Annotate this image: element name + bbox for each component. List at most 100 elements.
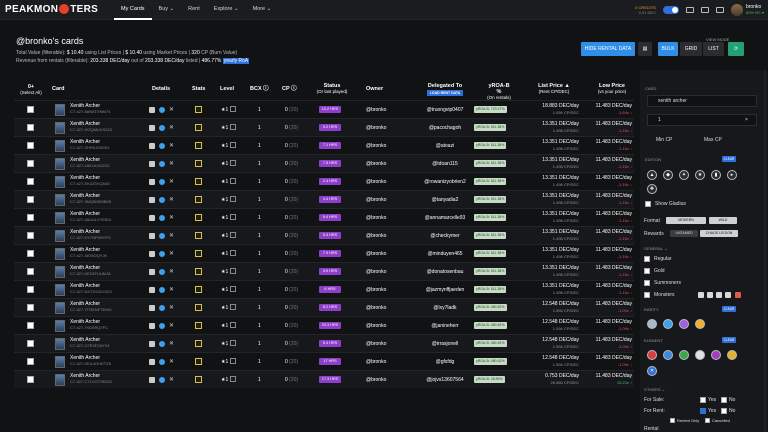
death-element-icon[interactable] <box>711 350 721 360</box>
col-cp[interactable]: CP ⓘ <box>282 86 297 92</box>
card-detail-icon[interactable] <box>149 107 155 113</box>
legendary-rarity-icon[interactable] <box>695 319 705 329</box>
card-detail-icon[interactable] <box>149 305 155 311</box>
row-select-checkbox[interactable] <box>27 376 34 383</box>
col-status[interactable]: Status (Or last played) <box>312 83 352 95</box>
card-thumbnail[interactable] <box>55 284 65 296</box>
quantity-input[interactable]: 1 <box>647 114 757 126</box>
card-thumbnail[interactable] <box>55 338 65 350</box>
stats-icon[interactable] <box>195 340 202 347</box>
close-x-icon[interactable]: ✕ <box>169 233 174 239</box>
col-bcx[interactable]: BCX ⓘ <box>250 86 269 92</box>
close-x-icon[interactable]: ✕ <box>169 143 174 149</box>
card-detail-icon[interactable] <box>149 233 155 239</box>
list-price-cell[interactable]: 13.351 DEC/day 1.498 CP/DEC <box>519 193 579 205</box>
stats-icon[interactable] <box>195 232 202 239</box>
list-view-button[interactable]: LIST <box>703 42 724 56</box>
owner-link[interactable]: @bronko <box>366 197 386 203</box>
close-x-icon[interactable]: ✕ <box>169 305 174 311</box>
card-thumbnail[interactable] <box>55 194 65 206</box>
owner-link[interactable]: @bronko <box>366 107 386 113</box>
list-price-cell[interactable]: 12.548 DEC/day 1.594 CP/DEC <box>519 301 579 313</box>
owner-link[interactable]: @bronko <box>366 359 386 365</box>
card-name-cell[interactable]: Xenith Archer C7-427-L8KLAXGZ0C <box>70 158 110 169</box>
list-price-cell[interactable]: 0.753 DEC/day 26.560 CP/DEC <box>519 373 579 385</box>
owner-link[interactable]: @bronko <box>366 143 386 149</box>
col-delegated[interactable]: Delegated To LOAD RENT DATA <box>406 83 484 96</box>
card-detail-icon[interactable] <box>149 179 155 185</box>
card-detail-icon[interactable] <box>149 143 155 149</box>
close-x-icon[interactable]: ✕ <box>169 107 174 113</box>
card-detail-icon[interactable] <box>149 323 155 329</box>
card-name-cell[interactable]: Xenith Archer C7-427-0DIL4OHKTZK <box>70 356 111 367</box>
card-thumbnail[interactable] <box>55 122 65 134</box>
card-name-cell[interactable]: Xenith Archer C7-427-EK3Z5VQ84G <box>70 176 110 187</box>
card-name-cell[interactable]: Xenith Archer C7-427-KY7NPN9YPS <box>70 230 111 241</box>
col-card[interactable]: Card <box>52 86 65 92</box>
earth-element-icon[interactable] <box>679 350 689 360</box>
card-detail-icon[interactable] <box>149 125 155 131</box>
upgrade-plus-icon[interactable] <box>230 358 237 364</box>
list-price-cell[interactable]: 13.351 DEC/day 1.498 CP/DEC <box>519 121 579 133</box>
export-file-icon[interactable]: ▤ <box>638 42 652 56</box>
trash-filter-icon[interactable] <box>735 292 741 298</box>
card-search-input[interactable]: xenith archer <box>647 95 757 107</box>
for-sale-no-checkbox[interactable] <box>721 397 727 403</box>
stats-icon[interactable] <box>195 160 202 167</box>
stats-icon[interactable] <box>195 196 202 203</box>
stats-icon[interactable] <box>195 286 202 293</box>
untamed-edition-icon[interactable]: ▮ <box>711 170 721 180</box>
card-name-cell[interactable]: Xenith Archer C7-427-C71CG7OBGG <box>70 374 112 385</box>
load-rent-data-button[interactable]: LOAD RENT DATA <box>426 90 464 96</box>
show-gladius-checkbox[interactable] <box>645 201 651 207</box>
peakmonsters-link-icon[interactable] <box>159 125 165 131</box>
stats-icon[interactable] <box>195 214 202 221</box>
stats-icon[interactable] <box>195 376 202 383</box>
card-thumbnail[interactable] <box>55 374 65 386</box>
owner-link[interactable]: @bronko <box>366 269 386 275</box>
col-low-price[interactable]: Low Price (vs your price) <box>592 83 632 95</box>
upgrade-plus-icon[interactable] <box>230 196 237 202</box>
water-element-icon[interactable] <box>663 350 673 360</box>
close-x-icon[interactable]: ✕ <box>169 323 174 329</box>
upgrade-plus-icon[interactable] <box>230 376 237 382</box>
owner-link[interactable]: @bronko <box>366 161 386 167</box>
nav-more[interactable]: More ⌄ <box>246 0 279 20</box>
stats-icon[interactable] <box>195 358 202 365</box>
peakmonsters-link-icon[interactable] <box>159 233 165 239</box>
nav-rent[interactable]: Rent <box>181 0 207 20</box>
for-rent-yes-checkbox[interactable] <box>700 408 706 414</box>
nav-buy[interactable]: Buy ⌄ <box>152 0 182 20</box>
summoners-checkbox[interactable] <box>644 280 650 286</box>
user-menu[interactable]: bronko 50% RC ▾ <box>730 4 764 16</box>
card-detail-icon[interactable] <box>149 215 155 221</box>
logo[interactable]: PEAKMON TERS <box>5 4 98 15</box>
epic-rarity-icon[interactable] <box>679 319 689 329</box>
peakmonsters-link-icon[interactable] <box>159 143 165 149</box>
dice-edition-icon[interactable]: ✚ <box>647 184 657 194</box>
card-name-cell[interactable]: Xenith Archer C7-427-4AUULVYMD4 <box>70 212 111 223</box>
card-detail-icon[interactable] <box>149 197 155 203</box>
peakmonsters-link-icon[interactable] <box>159 269 165 275</box>
owner-link[interactable]: @bronko <box>366 233 386 239</box>
stats-icon[interactable] <box>195 124 202 131</box>
close-x-icon[interactable]: ✕ <box>169 197 174 203</box>
row-select-checkbox[interactable] <box>27 268 34 275</box>
row-select-checkbox[interactable] <box>27 304 34 311</box>
card-detail-icon[interactable] <box>149 359 155 365</box>
owner-link[interactable]: @bronko <box>366 251 386 257</box>
stats-icon[interactable] <box>195 142 202 149</box>
card-detail-icon[interactable] <box>149 251 155 257</box>
card-thumbnail[interactable] <box>55 230 65 242</box>
list-price-cell[interactable]: 13.351 DEC/day 1.498 CP/DEC <box>519 211 579 223</box>
row-select-checkbox[interactable] <box>27 250 34 257</box>
card-thumbnail[interactable] <box>55 248 65 260</box>
close-x-icon[interactable]: ✕ <box>169 287 174 293</box>
card-thumbnail[interactable] <box>55 104 65 116</box>
peakmonsters-link-icon[interactable] <box>159 161 165 167</box>
peakmonsters-link-icon[interactable] <box>159 305 165 311</box>
list-price-cell[interactable]: 13.351 DEC/day 1.498 CP/DEC <box>519 247 579 259</box>
peakmonsters-link-icon[interactable] <box>159 197 165 203</box>
card-detail-icon[interactable] <box>149 287 155 293</box>
peakmonsters-link-icon[interactable] <box>159 215 165 221</box>
